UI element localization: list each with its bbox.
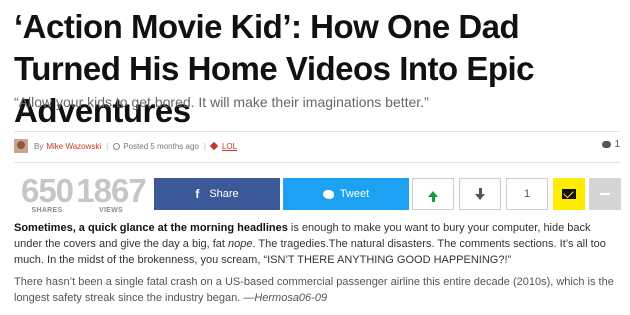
email-share-button[interactable] <box>553 178 585 210</box>
comment-count[interactable]: 1 <box>602 139 620 150</box>
article-subtitle: “Allow your kids to get bored. It will m… <box>14 94 429 110</box>
tag-icon <box>209 141 219 151</box>
arrow-up-icon <box>428 191 438 202</box>
twitter-share-label: Tweet <box>339 188 370 200</box>
vote-count: 1 <box>506 178 548 210</box>
byline-separator: | <box>106 141 109 151</box>
divider-top <box>14 131 620 132</box>
upvote-button[interactable] <box>412 178 454 210</box>
byline-separator: | <box>203 141 206 151</box>
shares-stat: 650 SHARES <box>14 172 80 214</box>
downvote-button[interactable] <box>459 178 501 210</box>
body-paragraph-1: Sometimes, a quick glance at the morning… <box>14 220 620 268</box>
p1-emphasis: nope <box>228 238 253 250</box>
comment-icon <box>602 141 612 148</box>
byline: By Mike Wazowski | Posted 5 months ago |… <box>14 137 237 155</box>
lead-text: Sometimes, a quick glance at the morning… <box>14 222 288 234</box>
envelope-icon <box>562 189 576 199</box>
comment-count-value: 1 <box>614 139 620 150</box>
author-link[interactable]: Mike Wazowski <box>46 142 101 151</box>
category-link[interactable]: LOL <box>222 142 237 151</box>
views-stat: 1867 VIEWS <box>74 172 148 214</box>
byline-by: By <box>34 141 44 151</box>
article-title: ‘Action Movie Kid’: How One Dad Turned H… <box>14 8 535 129</box>
facebook-share-label: Share <box>209 188 239 200</box>
posted-time: Posted 5 months ago <box>123 141 199 151</box>
divider-bottom <box>14 162 620 163</box>
clock-icon <box>113 142 121 150</box>
views-value: 1867 <box>76 172 146 209</box>
facebook-icon: f <box>195 187 200 201</box>
minus-icon <box>600 193 610 195</box>
twitter-share-button[interactable]: Tweet <box>283 178 409 210</box>
twitter-icon <box>322 189 334 199</box>
arrow-down-icon <box>475 187 485 200</box>
shares-value: 650 <box>20 172 74 209</box>
p2-attribution: —Hermosa06-09 <box>243 292 328 304</box>
more-share-button[interactable] <box>589 178 621 210</box>
body-paragraph-2: There hasn’t been a single fatal crash o… <box>14 274 620 306</box>
facebook-share-button[interactable]: f Share <box>154 178 280 210</box>
author-avatar[interactable] <box>14 139 28 153</box>
